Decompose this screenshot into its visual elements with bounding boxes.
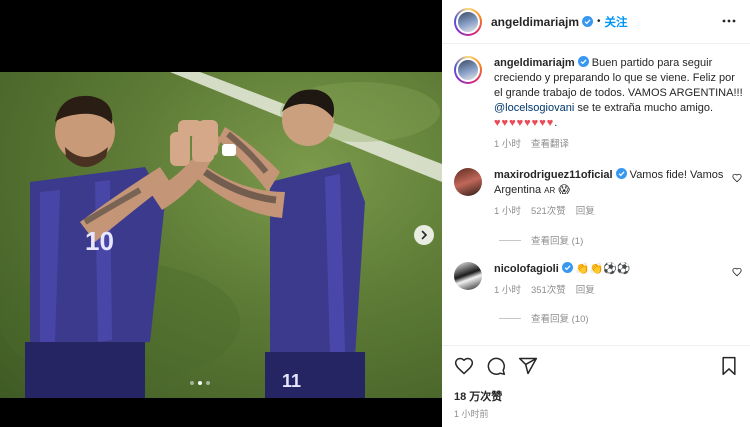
caption-meta: 1 小时 查看翻译 xyxy=(494,137,744,152)
commenter-avatar[interactable] xyxy=(454,262,482,290)
comment-like-heart-icon[interactable] xyxy=(732,173,742,183)
comment-reply-button[interactable]: 回复 xyxy=(576,204,595,219)
caption-author-avatar[interactable] xyxy=(454,56,482,84)
comment-like-heart-icon[interactable] xyxy=(732,267,742,277)
comment-time: 1 小时 xyxy=(494,285,521,296)
left-jersey-number: 10 xyxy=(85,226,114,256)
more-options-icon[interactable] xyxy=(722,14,736,28)
save-button[interactable] xyxy=(720,356,738,381)
view-replies-label: 查看回复 (1) xyxy=(531,236,584,247)
post-header: angeldimariajm • 关注 xyxy=(442,0,750,44)
caption-username[interactable]: angeldimariajm xyxy=(494,57,575,69)
comment-bubble-icon xyxy=(487,357,506,375)
comment-item: maxirodriguez11oficial Vamos fide! Vamos… xyxy=(454,168,744,219)
comment-like-count[interactable]: 521次赞 xyxy=(531,204,566,219)
carousel-dot-active xyxy=(198,381,202,385)
carousel-indicator xyxy=(190,381,210,385)
comment-body: nicolofagioli 👏👏⚽⚽ 1 小时 351次赞 回复 xyxy=(494,262,744,298)
post-media: 10 11 xyxy=(0,0,442,427)
post-actions-bar xyxy=(442,345,750,385)
author-username[interactable]: angeldimariajm xyxy=(491,15,579,29)
post-photo: 10 11 xyxy=(0,72,442,398)
post-details-panel: angeldimariajm • 关注 angeldimariajm Buen … xyxy=(442,0,750,427)
replies-divider xyxy=(499,317,521,319)
post-caption: angeldimariajm Buen partido para seguir … xyxy=(454,56,744,152)
right-jersey-number: 11 xyxy=(282,371,301,391)
commenter-avatar[interactable] xyxy=(454,168,482,196)
view-replies-label: 查看回复 (10) xyxy=(531,314,589,325)
bookmark-icon xyxy=(722,356,736,376)
comment-item: nicolofagioli 👏👏⚽⚽ 1 小时 351次赞 回复 xyxy=(454,262,744,298)
carousel-next-button[interactable] xyxy=(414,225,434,245)
comment-button[interactable] xyxy=(486,356,506,376)
see-translation-link[interactable]: 查看翻译 xyxy=(531,137,569,152)
verified-badge-icon xyxy=(615,168,627,179)
caption-mention-link[interactable]: @locelsogiovani xyxy=(494,102,574,114)
comment-username[interactable]: maxirodriguez11oficial xyxy=(494,169,613,181)
comment-text: 👏👏⚽⚽ xyxy=(575,263,631,275)
carousel-dot xyxy=(206,381,210,385)
like-count[interactable]: 18 万次赞 xyxy=(454,388,502,404)
caption-body: angeldimariajm Buen partido para seguir … xyxy=(494,56,744,152)
header-separator: • xyxy=(597,16,601,27)
carousel-dot xyxy=(190,381,194,385)
comment-reply-button[interactable]: 回复 xyxy=(576,283,595,298)
paper-plane-icon xyxy=(518,357,538,374)
caption-text-tail: se te extraña mucho amigo. xyxy=(574,102,714,114)
comment-meta: 1 小时 351次赞 回复 xyxy=(494,283,744,298)
verified-badge-icon xyxy=(577,56,589,67)
caption-time: 1 小时 xyxy=(494,139,521,150)
comment-meta: 1 小时 521次赞 回复 xyxy=(494,204,744,219)
hearts-emoji: ♥♥♥♥♥♥♥♥ xyxy=(494,117,555,129)
comment-body: maxirodriguez11oficial Vamos fide! Vamos… xyxy=(494,168,744,219)
comment-username[interactable]: nicolofagioli xyxy=(494,263,559,275)
post-timestamp: 1 小时前 xyxy=(454,409,489,419)
follow-button[interactable]: 关注 xyxy=(605,14,628,30)
instagram-post-view: 10 11 angeldimariajm • 关注 angeldimariajm… xyxy=(0,0,750,427)
chevron-right-icon xyxy=(421,230,428,240)
like-button[interactable] xyxy=(454,356,474,376)
comment-like-count[interactable]: 351次赞 xyxy=(531,283,566,298)
author-avatar[interactable] xyxy=(454,7,482,36)
shocked-emoji: 😱 xyxy=(558,184,570,196)
view-replies-button[interactable]: 查看回复 (1) xyxy=(499,233,583,247)
flag-emoji-label: AR xyxy=(544,186,556,195)
comment-time: 1 小时 xyxy=(494,206,521,217)
caption-trailing: . xyxy=(554,117,558,129)
heart-icon xyxy=(454,357,474,375)
comments-section[interactable]: angeldimariajm Buen partido para seguir … xyxy=(442,45,750,345)
verified-badge-icon xyxy=(582,16,594,27)
share-button[interactable] xyxy=(518,356,538,376)
replies-divider xyxy=(499,239,521,241)
view-replies-button[interactable]: 查看回复 (10) xyxy=(499,311,589,325)
verified-badge-icon xyxy=(561,262,573,273)
players-illustration: 10 11 xyxy=(0,72,442,398)
